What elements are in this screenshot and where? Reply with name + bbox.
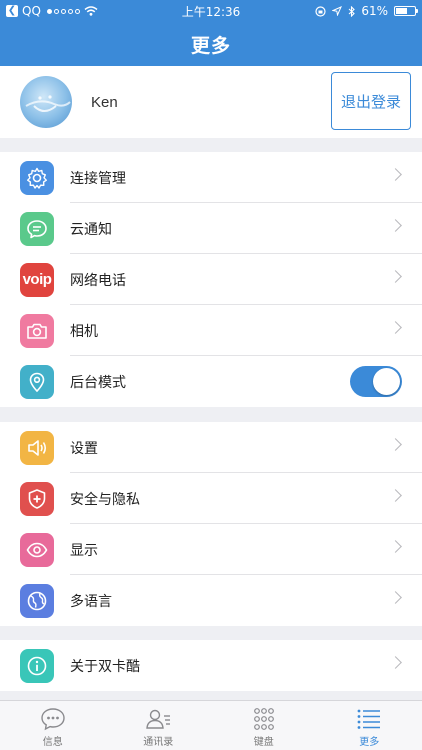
camera-icon [20, 313, 54, 348]
speaker-icon [20, 430, 54, 465]
gear-icon [20, 160, 54, 195]
settings-group-3: 关于双卡酷 [0, 640, 422, 691]
signal-strength-icon [46, 8, 80, 14]
menu-item-voip[interactable]: voip 网络电话 [0, 254, 422, 305]
settings-group-1: 连接管理 云通知 voip 网络电话 相机 后台模式 [0, 152, 422, 407]
header: ❮ QQ 上午12:36 61% 更多 [0, 0, 422, 66]
chevron-right-icon [389, 321, 402, 334]
menu-item-display[interactable]: 显示 [0, 524, 422, 575]
rotation-lock-icon [315, 5, 326, 17]
tab-more[interactable]: 更多 [317, 701, 422, 750]
menu-item-languages[interactable]: 多语言 [0, 575, 422, 626]
tab-label: 通讯录 [143, 737, 174, 748]
dialpad-icon [253, 708, 274, 730]
chevron-right-icon [389, 168, 402, 181]
settings-group-2: 设置 安全与隐私 显示 多语言 [0, 422, 422, 626]
profile-name: Ken [91, 93, 118, 111]
page-title: 更多 [190, 34, 231, 57]
chat-bubble-icon [20, 211, 54, 246]
menu-item-camera[interactable]: 相机 [0, 305, 422, 356]
menu-item-label: 后台模式 [70, 374, 126, 391]
tab-label: 键盘 [253, 737, 274, 748]
menu-item-label: 显示 [70, 542, 98, 559]
wifi-icon [84, 6, 98, 16]
menu-item-settings[interactable]: 设置 [0, 422, 422, 473]
profile-card: Ken 退出登录 [0, 66, 422, 138]
menu-item-label: 连接管理 [70, 170, 126, 187]
chevron-right-icon [389, 219, 402, 232]
message-icon [41, 708, 65, 731]
eye-icon [20, 532, 54, 567]
location-arrow-icon [332, 6, 343, 16]
background-mode-toggle[interactable] [350, 366, 402, 397]
menu-item-label: 云通知 [70, 221, 112, 238]
voip-icon-text: voip [22, 271, 52, 288]
bluetooth-icon [348, 5, 356, 17]
menu-item-background-mode: 后台模式 [0, 356, 422, 407]
status-bar: ❮ QQ 上午12:36 61% [0, 0, 422, 22]
menu-item-label: 网络电话 [70, 272, 126, 289]
logout-button[interactable]: 退出登录 [331, 72, 411, 130]
battery-icon [394, 6, 418, 16]
menu-item-security-privacy[interactable]: 安全与隐私 [0, 473, 422, 524]
tab-messages[interactable]: 信息 [0, 701, 106, 750]
battery-percent: 61% [361, 4, 388, 18]
chevron-right-icon [389, 591, 402, 604]
chevron-right-icon [389, 270, 402, 283]
tab-label: 信息 [42, 737, 63, 748]
menu-item-label: 多语言 [70, 593, 112, 610]
tab-dialpad[interactable]: 键盘 [211, 701, 317, 750]
tab-label: 更多 [359, 737, 380, 748]
menu-item-label: 相机 [70, 323, 98, 340]
info-icon [20, 648, 54, 683]
tab-contacts[interactable]: 通讯录 [106, 701, 212, 750]
voip-icon: voip [20, 262, 54, 297]
toggle-knob [373, 368, 400, 395]
chevron-right-icon [389, 656, 402, 669]
carrier-label: QQ [22, 4, 41, 18]
location-pin-icon [20, 364, 54, 399]
back-to-app-icon[interactable]: ❮ [6, 5, 18, 17]
chevron-right-icon [389, 540, 402, 553]
menu-item-label: 安全与隐私 [70, 491, 140, 508]
menu-item-label: 设置 [70, 440, 98, 457]
avatar[interactable] [20, 76, 72, 128]
tab-bar: 信息 通讯录 键盘 更多 [0, 700, 422, 750]
menu-item-cloud-notification[interactable]: 云通知 [0, 203, 422, 254]
globe-icon [20, 583, 54, 618]
shield-icon [20, 481, 54, 516]
menu-item-about[interactable]: 关于双卡酷 [0, 640, 422, 691]
menu-item-connection-management[interactable]: 连接管理 [0, 152, 422, 203]
contacts-icon [146, 709, 171, 729]
list-icon [357, 709, 381, 729]
chevron-right-icon [389, 438, 402, 451]
chevron-right-icon [389, 489, 402, 502]
menu-item-label: 关于双卡酷 [70, 658, 140, 675]
